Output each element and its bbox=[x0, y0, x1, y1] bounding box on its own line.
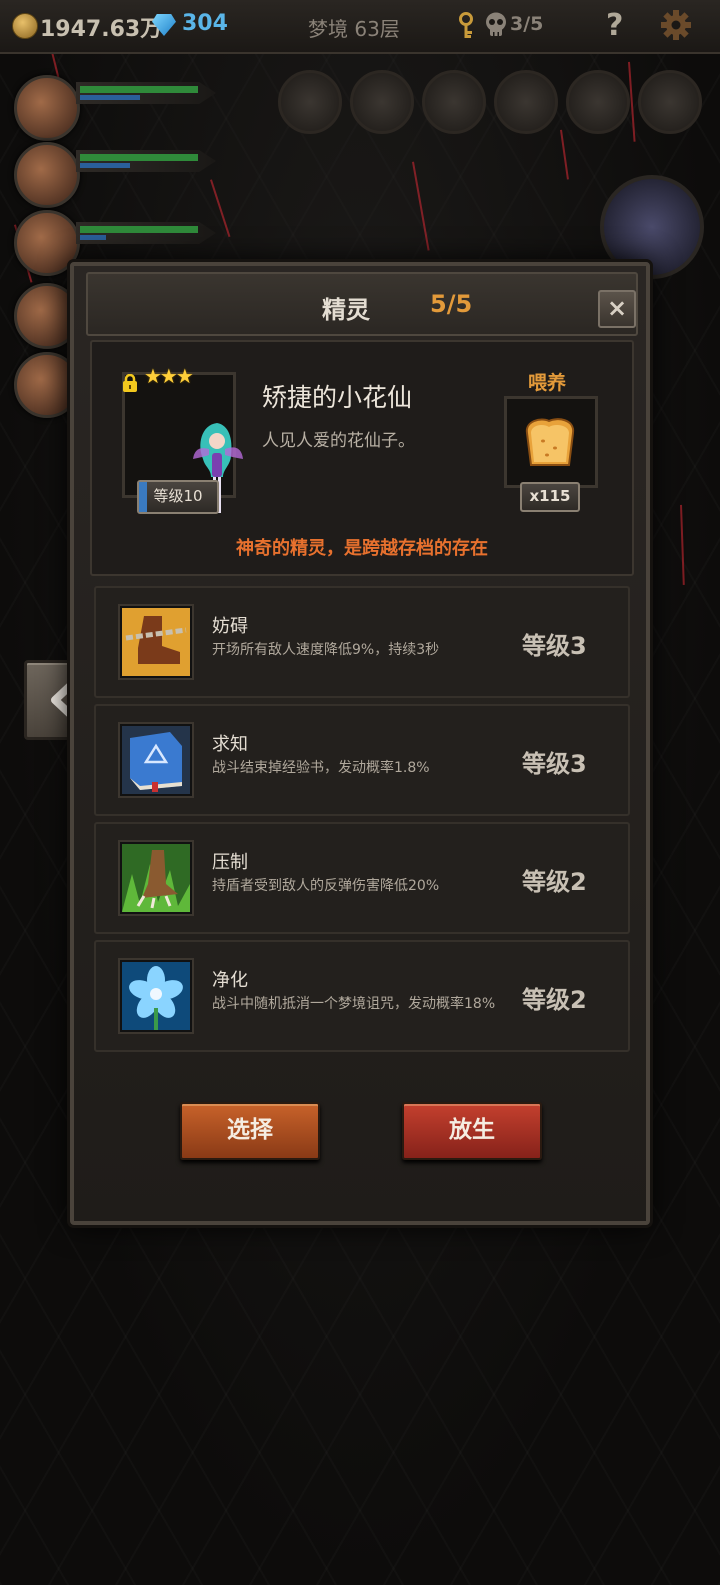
party-member-portrait[interactable] bbox=[14, 142, 80, 208]
gem-amount: 304 bbox=[182, 11, 228, 36]
fairy-level: 等级10 bbox=[137, 480, 219, 514]
fairy-info-panel: ★★★ 等级10 矫捷的小花仙 人见人爱的花仙子。 喂养 x115 神奇的精灵，… bbox=[90, 340, 634, 576]
claw-icon bbox=[120, 842, 192, 914]
feed-item-count: x115 bbox=[520, 482, 580, 512]
party-member-portrait[interactable] bbox=[14, 75, 80, 141]
blue-book-icon bbox=[120, 724, 192, 796]
member-health-bar bbox=[76, 150, 216, 172]
weapon-skill-slot[interactable] bbox=[494, 70, 558, 134]
skill-description: 持盾者受到敌人的反弹伤害降低20% bbox=[212, 878, 440, 894]
lock-icon bbox=[123, 374, 137, 392]
feed-label: 喂养 bbox=[528, 372, 567, 394]
fairy-tagline: 神奇的精灵，是跨越存档的存在 bbox=[236, 538, 488, 559]
select-button[interactable]: 选择 bbox=[180, 1102, 320, 1160]
skill-name: 压制 bbox=[212, 852, 248, 873]
feather-skill-slot[interactable] bbox=[350, 70, 414, 134]
skill-name: 净化 bbox=[212, 970, 248, 991]
skill-description: 开场所有敌人速度降低9%，持续3秒 bbox=[212, 642, 440, 658]
key-icon bbox=[459, 12, 473, 38]
fairy-count: 5/5 bbox=[430, 290, 473, 318]
blue-flower-icon bbox=[120, 960, 192, 1032]
skill-description: 战斗中随机抵消一个梦境诅咒，发动概率18% bbox=[212, 996, 496, 1012]
bell-skill-slot[interactable] bbox=[422, 70, 486, 134]
gold-amount: 1947.63万 bbox=[40, 17, 163, 42]
skill-row[interactable]: 压制 持盾者受到敌人的反弹伤害降低20% 等级2 bbox=[94, 822, 630, 934]
skill-level: 等级2 bbox=[522, 986, 587, 1014]
fairy-description: 人见人爱的花仙子。 bbox=[262, 431, 415, 451]
beast-skill-slot[interactable] bbox=[566, 70, 630, 134]
skill-row[interactable]: 求知 战斗结束掉经验书，发动概率1.8% 等级3 bbox=[94, 704, 630, 816]
fairy-name: 矫捷的小花仙 bbox=[262, 383, 413, 412]
skill-description: 战斗结束掉经验书，发动概率1.8% bbox=[212, 760, 430, 776]
curse-count: 3/5 bbox=[510, 13, 544, 35]
feed-button[interactable] bbox=[504, 396, 598, 488]
gold-coin-icon bbox=[12, 13, 38, 39]
top-status-bar: 1947.63万 304 梦境 63层 3/5 ? bbox=[0, 0, 720, 54]
rarity-stars: ★★★ bbox=[144, 364, 194, 388]
dialog-title: 精灵 bbox=[322, 296, 370, 324]
help-icon[interactable]: ? bbox=[606, 8, 623, 43]
chained-boot-icon bbox=[120, 606, 192, 678]
member-health-bar bbox=[76, 222, 216, 244]
skill-row[interactable]: 净化 战斗中随机抵消一个梦境诅咒，发动概率18% 等级2 bbox=[94, 940, 630, 1052]
gear-icon[interactable] bbox=[660, 9, 692, 41]
empty-skill-slot[interactable] bbox=[638, 70, 702, 134]
skill-name: 妨碍 bbox=[212, 616, 248, 637]
release-button[interactable]: 放生 bbox=[402, 1102, 542, 1160]
sword-skill-slot[interactable] bbox=[278, 70, 342, 134]
skill-row[interactable]: 妨碍 开场所有敌人速度降低9%，持续3秒 等级3 bbox=[94, 586, 630, 698]
dialog-header: 精灵 5/5 × bbox=[86, 272, 638, 336]
dream-floor: 梦境 63层 bbox=[308, 17, 400, 41]
member-health-bar bbox=[76, 82, 216, 104]
bread-icon bbox=[525, 418, 575, 466]
skill-level: 等级2 bbox=[522, 868, 587, 896]
skill-name: 求知 bbox=[212, 734, 248, 755]
fairy-dialog: 精灵 5/5 × ★★★ 等级10 矫捷的小花仙 人见人爱的花仙子。 喂养 x1… bbox=[70, 262, 650, 1225]
skull-icon bbox=[486, 12, 506, 36]
close-button[interactable]: × bbox=[598, 290, 636, 328]
skill-level: 等级3 bbox=[522, 750, 587, 778]
skill-level: 等级3 bbox=[522, 632, 587, 660]
